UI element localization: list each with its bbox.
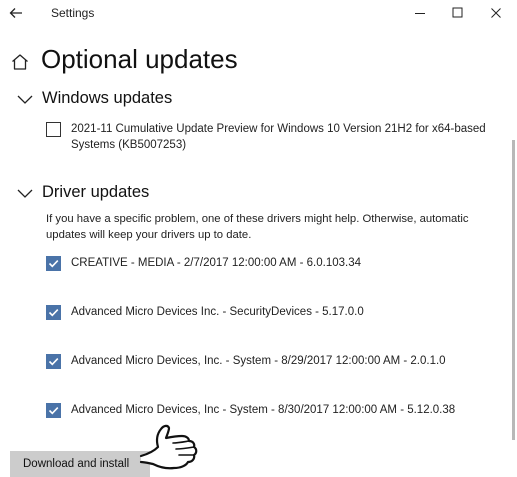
checkmark-icon: [48, 309, 59, 317]
chevron-down-icon: [17, 95, 33, 104]
minimize-icon: [415, 13, 425, 14]
windows-updates-heading: Windows updates: [42, 89, 173, 107]
driver-checkbox-amd-security[interactable]: [46, 305, 61, 320]
driver-checkbox-creative[interactable]: [46, 256, 61, 271]
download-and-install-button[interactable]: Download and install: [10, 451, 150, 477]
checkmark-icon: [48, 260, 59, 268]
checkmark-icon: [48, 358, 59, 366]
driver-label-amd-security: Advanced Micro Devices Inc. - SecurityDe…: [71, 306, 364, 318]
close-icon: [491, 8, 501, 18]
home-icon[interactable]: [10, 52, 30, 72]
checkmark-icon: [48, 407, 59, 415]
title-bar: Settings: [0, 0, 517, 26]
windows-update-checkbox[interactable]: [46, 122, 61, 137]
windows-update-label: 2021-11 Cumulative Update Preview for Wi…: [71, 123, 486, 151]
back-arrow-icon: [9, 8, 22, 18]
driver-label-amd-system-1: Advanced Micro Devices, Inc. - System - …: [71, 355, 446, 367]
driver-updates-heading: Driver updates: [42, 183, 150, 201]
scrollbar[interactable]: [512, 140, 515, 440]
minimize-button[interactable]: [408, 2, 432, 24]
back-button[interactable]: [6, 2, 28, 24]
chevron-down-icon: [17, 189, 33, 198]
driver-checkbox-amd-system-2[interactable]: [46, 403, 61, 418]
page-title: Optional updates: [41, 44, 238, 74]
window-title: Settings: [51, 6, 95, 20]
driver-label-creative: CREATIVE - MEDIA - 2/7/2017 12:00:00 AM …: [71, 257, 361, 269]
maximize-icon: [452, 7, 463, 18]
driver-label-amd-system-2: Advanced Micro Devices, Inc - System - 8…: [71, 404, 456, 416]
driver-checkbox-amd-system-1[interactable]: [46, 354, 61, 369]
pointing-hand-icon: [139, 424, 198, 470]
close-button[interactable]: [484, 2, 508, 24]
driver-updates-description: If you have a specific problem, one of t…: [46, 213, 469, 241]
maximize-button[interactable]: [445, 2, 469, 24]
